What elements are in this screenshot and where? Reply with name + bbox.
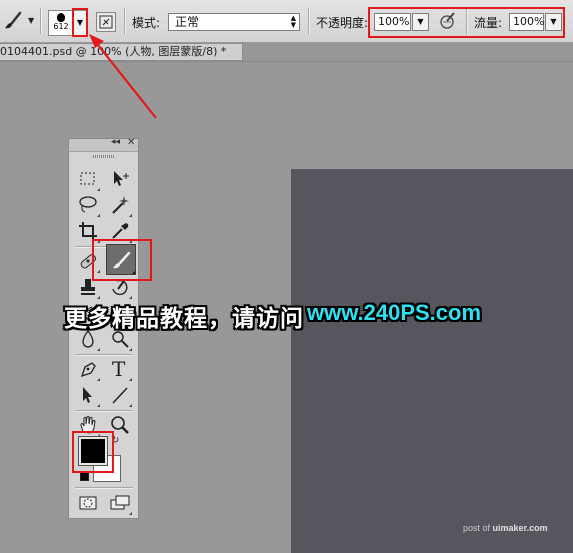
brush-preset-picker[interactable]: 612 [48,10,74,36]
screen-mode-icon[interactable] [108,491,132,515]
annotation-box-brush-tool [92,239,152,281]
annotation-arrow [89,34,157,119]
brush-tool-icon[interactable] [3,10,25,32]
divider [75,354,133,356]
brush-size-value: 612 [53,22,69,31]
default-colors-icon[interactable] [80,472,89,481]
tools-panel-header[interactable]: ◂◂ ✕ [69,137,138,152]
brush-tip-icon [57,13,65,22]
panel-grip[interactable] [93,155,115,158]
line-tool-icon[interactable] [108,383,132,407]
rectangular-marquee-tool-icon[interactable] [76,167,100,191]
credit-prefix: post of [463,523,491,533]
mode-select[interactable]: 正常 ▲ ▼ [168,13,300,31]
divider [75,487,133,489]
type-tool-glyph: T [112,357,126,381]
move-tool-icon[interactable] [108,167,132,191]
lasso-tool-icon[interactable] [76,193,100,217]
brush-panel-toggle-icon[interactable] [96,12,116,32]
divider [75,410,133,412]
annotation-box-foreground-color [72,431,114,473]
magic-wand-tool-icon[interactable] [108,193,132,217]
opacity-label: 不透明度: [316,16,369,30]
watermark-url: www.240PS.com [307,300,482,325]
type-tool-icon[interactable]: T [108,357,132,381]
mode-label: 模式: [132,16,161,30]
mode-value: 正常 [175,15,200,29]
site-credit: post of uimaker.com [463,523,548,533]
divider [40,8,42,34]
document-canvas[interactable] [291,169,573,553]
tool-preset-dropdown-icon[interactable]: ▼ [28,16,34,25]
select-updown-icon: ▲ ▼ [290,14,296,29]
quick-mask-icon[interactable] [76,491,100,515]
watermark-chinese-text: 更多精品教程，请访问 [64,306,304,332]
annotation-box-opacity-flow [368,7,565,38]
path-selection-tool-icon[interactable] [76,383,100,407]
pen-tool-icon[interactable] [76,357,100,381]
divider [308,8,310,34]
close-icon[interactable]: ✕ [127,137,135,148]
collapse-panel-icon[interactable]: ◂◂ [111,137,120,147]
credit-site: uimaker.com [492,523,548,533]
